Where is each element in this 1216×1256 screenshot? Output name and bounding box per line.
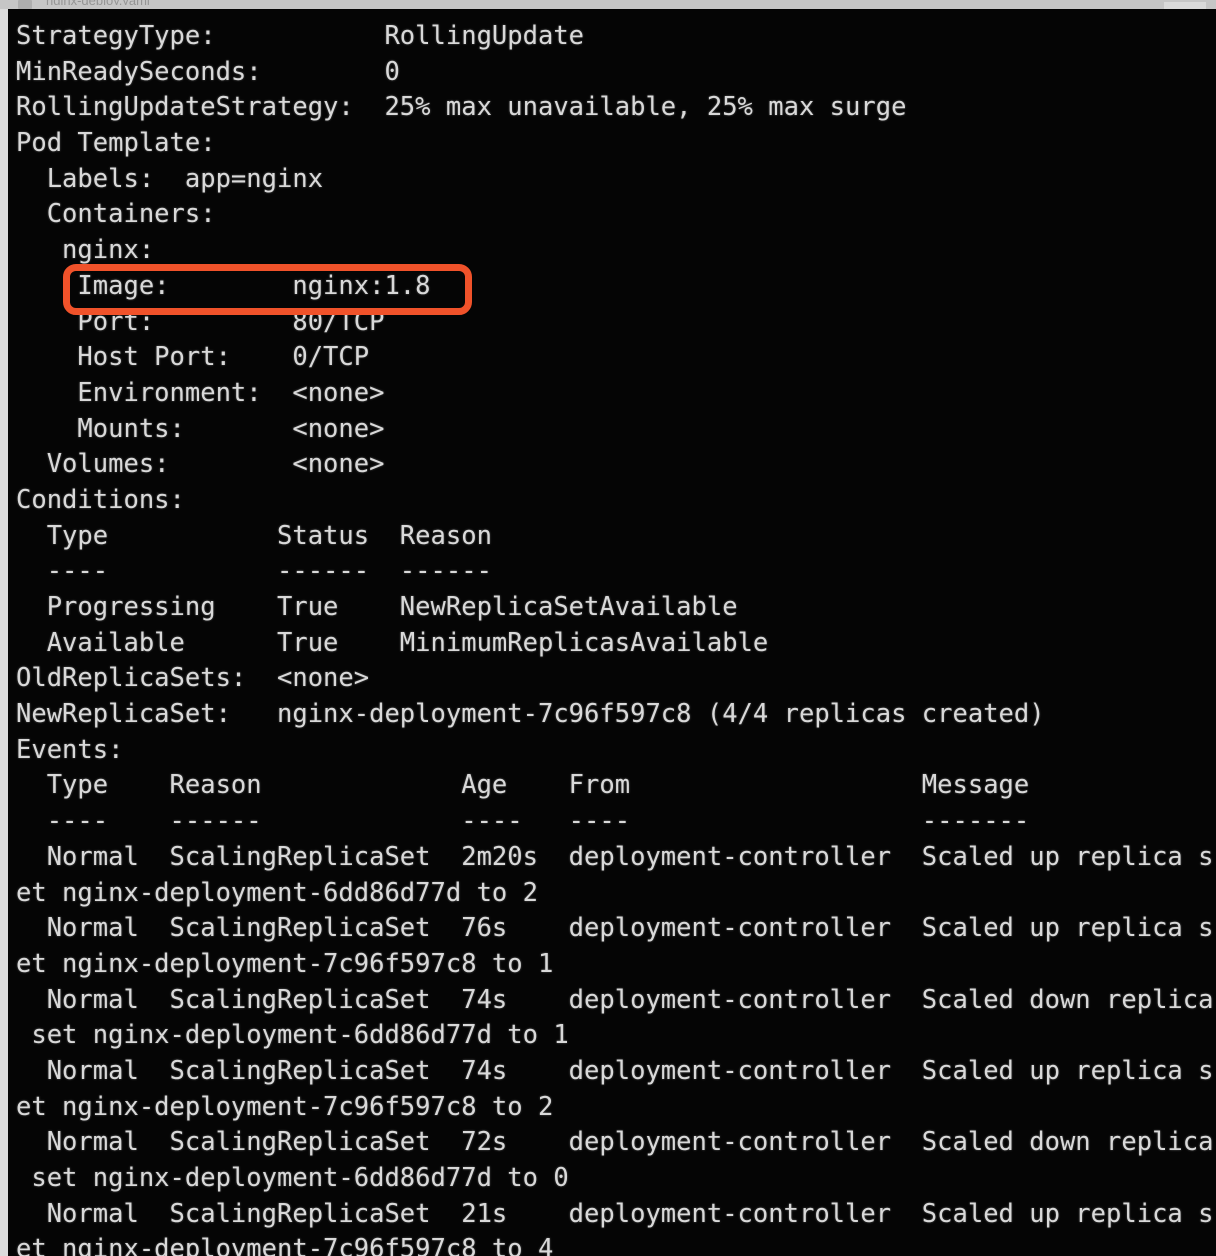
terminal-line: RollingUpdateStrategy: 25% max unavailab… — [16, 90, 1216, 126]
terminal-line: MinReadySeconds: 0 — [16, 55, 1216, 91]
terminal-line: ---- ------ ---- ---- ------- — [16, 804, 1216, 840]
terminal-line: set nginx-deployment-6dd86d77d to 1 — [16, 1018, 1216, 1054]
terminal-line: et nginx-deployment-6dd86d77d to 2 — [16, 876, 1216, 912]
window-title: nginx-deploy.yaml — [46, 0, 150, 5]
terminal-line: Type Status Reason — [16, 519, 1216, 555]
terminal-line: Mounts: <none> — [16, 412, 1216, 448]
terminal-output-pane[interactable]: StrategyType: RollingUpdateMinReadySecon… — [8, 9, 1216, 1256]
terminal-line: Normal ScalingReplicaSet 76s deployment-… — [16, 911, 1216, 947]
terminal-line: Events: — [16, 733, 1216, 769]
terminal-line: Type Reason Age From Message — [16, 768, 1216, 804]
terminal-line: Normal ScalingReplicaSet 21s deployment-… — [16, 1197, 1216, 1233]
terminal-line: Normal ScalingReplicaSet 2m20s deploymen… — [16, 840, 1216, 876]
terminal-line: NewReplicaSet: nginx-deployment-7c96f597… — [16, 697, 1216, 733]
terminal-line: Available True MinimumReplicasAvailable — [16, 626, 1216, 662]
terminal-line: Image: nginx:1.8 — [16, 269, 1216, 305]
terminal-line: Conditions: — [16, 483, 1216, 519]
terminal-line: ---- ------ ------ — [16, 554, 1216, 590]
window-left-edge — [0, 9, 8, 1256]
terminal-line: Volumes: <none> — [16, 447, 1216, 483]
terminal-line: Host Port: 0/TCP — [16, 340, 1216, 376]
terminal-line: Normal ScalingReplicaSet 74s deployment-… — [16, 983, 1216, 1019]
terminal-line: et nginx-deployment-7c96f597c8 to 1 — [16, 947, 1216, 983]
terminal-line: StrategyType: RollingUpdate — [16, 19, 1216, 55]
terminal-line: Pod Template: — [16, 126, 1216, 162]
terminal-line: Normal ScalingReplicaSet 72s deployment-… — [16, 1125, 1216, 1161]
terminal-line: et nginx-deployment-7c96f597c8 to 2 — [16, 1090, 1216, 1126]
terminal-line: Port: 80/TCP — [16, 305, 1216, 341]
terminal-window: nginx-deploy.yaml StrategyType: RollingU… — [0, 0, 1216, 1256]
terminal-text: StrategyType: RollingUpdateMinReadySecon… — [16, 19, 1216, 1256]
terminal-line: Progressing True NewReplicaSetAvailable — [16, 590, 1216, 626]
terminal-line: OldReplicaSets: <none> — [16, 661, 1216, 697]
terminal-line: Labels: app=nginx — [16, 162, 1216, 198]
terminal-icon — [18, 0, 32, 9]
terminal-line: set nginx-deployment-6dd86d77d to 0 — [16, 1161, 1216, 1197]
terminal-line: Normal ScalingReplicaSet 74s deployment-… — [16, 1054, 1216, 1090]
terminal-line: Environment: <none> — [16, 376, 1216, 412]
terminal-line: et nginx-deployment-7c96f597c8 to 4 — [16, 1232, 1216, 1256]
terminal-line: nginx: — [16, 233, 1216, 269]
window-controls[interactable] — [1164, 2, 1206, 9]
window-titlebar[interactable]: nginx-deploy.yaml — [0, 0, 1216, 9]
terminal-line: Containers: — [16, 197, 1216, 233]
